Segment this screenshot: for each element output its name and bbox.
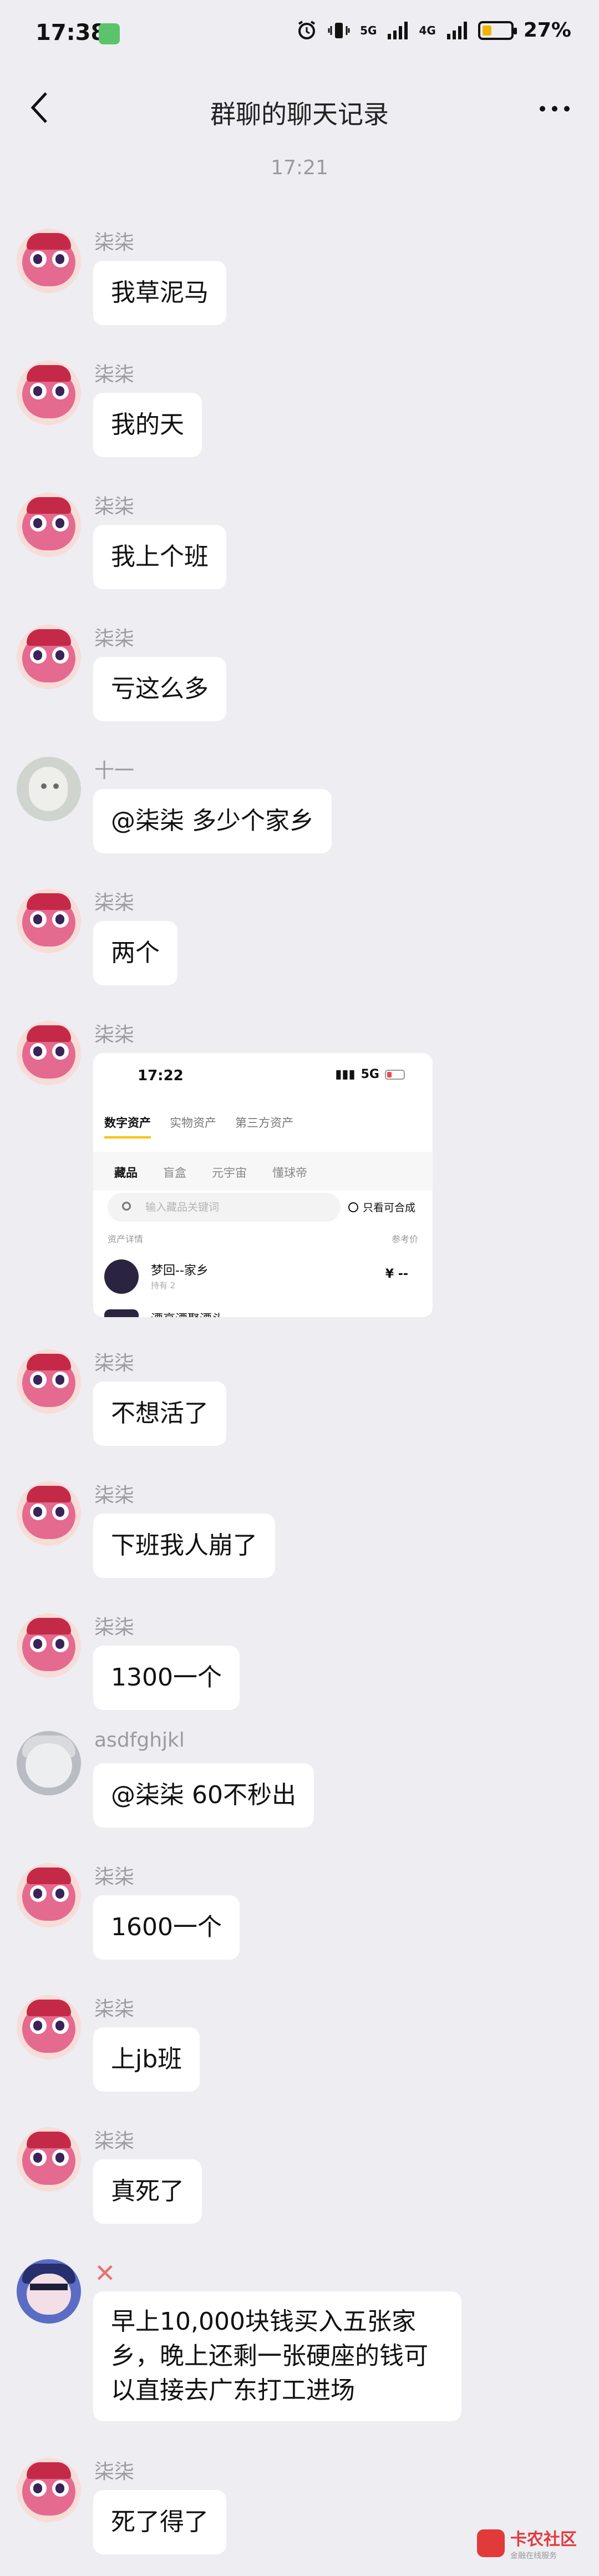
sender-name: 柒柒	[94, 1866, 135, 1889]
sender-name: 柒柒	[94, 1484, 135, 1507]
avatar[interactable]	[17, 757, 81, 821]
image-search-placeholder: 输入藏品关键词	[145, 1201, 220, 1213]
message-bubble[interactable]: @柒柒 多少个家乡	[93, 789, 332, 853]
network-5g-label: 5G	[360, 23, 377, 37]
image-item-thumbnail	[104, 1259, 139, 1294]
avatar[interactable]	[17, 625, 81, 689]
image-search-field: 输入藏品关键词	[108, 1193, 341, 1222]
avatar[interactable]	[17, 1481, 81, 1546]
message-bubble[interactable]: 亏这么多	[93, 657, 226, 721]
watermark-title: 卡农社区	[510, 2530, 577, 2549]
sender-name: 柒柒	[94, 1352, 135, 1375]
sender-name: 十一	[94, 760, 135, 782]
avatar[interactable]	[17, 361, 81, 425]
signal-icon-2	[446, 21, 467, 39]
status-bar: 17:38 5G 4G 27%	[0, 0, 599, 70]
sender-name: 柒柒	[94, 892, 135, 914]
image-subtabs: 藏品 盲盒 元宇宙 懂球帝	[93, 1152, 433, 1191]
image-tabs: 数字资产 实物资产 第三方资产	[104, 1114, 293, 1138]
status-icons: 5G 4G 27%	[296, 19, 571, 42]
message-bubble[interactable]: 真死了	[93, 2159, 202, 2224]
avatar[interactable]	[17, 2259, 81, 2324]
sender-name: 柒柒	[94, 2461, 135, 2483]
message-bubble[interactable]: 早上10,000块钱买入五张家乡，晚上还剩一张硬座的钱可以直接去广东打工进场	[93, 2291, 461, 2421]
more-button[interactable]	[532, 87, 577, 131]
message-bubble[interactable]: 1600一个	[93, 1895, 240, 1960]
message-bubble[interactable]: @柒柒 60不秒出	[93, 1763, 314, 1828]
sender-name: 柒柒	[94, 231, 135, 254]
image-message[interactable]: 17:22 ▮▮▮ 5G 数字资产 实物资产 第三方资产 藏品 盲盒 元宇宙 懂…	[93, 1053, 433, 1317]
sender-name: 柒柒	[94, 1024, 135, 1046]
image-tab: 第三方资产	[235, 1116, 293, 1130]
message-bubble[interactable]: 我草泥马	[93, 261, 226, 325]
image-network-label: 5G	[361, 1067, 379, 1081]
avatar[interactable]	[17, 2458, 81, 2522]
message-bubble[interactable]: 1300一个	[93, 1646, 240, 1710]
battery-icon	[478, 21, 517, 40]
watermark-sub: 金融在线服务	[510, 2552, 557, 2560]
sender-name: 柒柒	[94, 1998, 135, 2021]
image-tab: 实物资产	[170, 1116, 216, 1130]
avatar[interactable]	[17, 889, 81, 953]
avatar[interactable]	[17, 1613, 81, 1678]
avatar[interactable]	[17, 2127, 81, 2192]
sender-name-icon: ✕	[94, 2258, 116, 2288]
message-bubble[interactable]: 两个	[93, 921, 177, 985]
avatar[interactable]	[17, 1863, 81, 1927]
avatar[interactable]	[17, 1021, 81, 1085]
watermark: 卡农社区 金融在线服务	[477, 2526, 577, 2561]
message-bubble[interactable]: 我的天	[93, 393, 202, 457]
avatar[interactable]	[17, 493, 81, 557]
battery-percent: 27%	[523, 19, 571, 42]
status-time: 17:38	[35, 20, 106, 45]
avatar[interactable]	[17, 229, 81, 293]
image-filter: 只看可合成	[348, 1200, 415, 1214]
watermark-logo-icon	[477, 2529, 505, 2557]
image-subtab: 懂球帝	[272, 1166, 307, 1180]
image-battery-icon	[385, 1069, 405, 1080]
page-title: 群聊的聊天记录	[210, 99, 389, 129]
vibrate-icon	[328, 22, 350, 38]
message-bubble[interactable]: 不想活了	[93, 1381, 226, 1446]
message-bubble[interactable]: 我上个班	[93, 525, 226, 589]
image-status-time: 17:22	[138, 1067, 184, 1084]
time-divider: 17:21	[271, 156, 328, 179]
sender-name: 柒柒	[94, 1616, 135, 1639]
sender-name: 柒柒	[94, 495, 135, 518]
image-filter-label: 只看可合成	[363, 1202, 416, 1214]
signal-icon	[388, 21, 408, 39]
image-item2-name: 漂亮漂聚漂头	[151, 1309, 224, 1317]
sender-name: 柒柒	[94, 627, 135, 650]
image-list-header-left: 资产详情	[108, 1234, 144, 1244]
sender-name: 柒柒	[94, 363, 135, 386]
image-list-header: 资产详情 参考价	[108, 1232, 418, 1245]
image-item2-thumbnail	[104, 1309, 139, 1317]
avatar[interactable]	[17, 1349, 81, 1414]
wechat-notification-icon	[99, 23, 120, 44]
radio-icon	[348, 1202, 358, 1212]
image-signal-icon: ▮▮▮	[335, 1067, 356, 1081]
search-icon	[122, 1202, 131, 1211]
network-4g-label: 4G	[419, 23, 436, 37]
image-list-item: 梦回--家乡 持有 2 ¥ --	[104, 1255, 422, 1299]
message-bubble[interactable]: 上jb班	[93, 2027, 200, 2092]
image-subtab: 元宇宙	[212, 1166, 247, 1180]
image-item-meta: 持有 2	[151, 1281, 176, 1290]
nav-bar: 群聊的聊天记录	[0, 70, 599, 144]
sender-name: asdfghjkl	[94, 1729, 185, 1752]
message-bubble[interactable]: 下班我人崩了	[93, 1514, 275, 1578]
image-subtab: 藏品	[114, 1166, 138, 1180]
avatar[interactable]	[17, 1995, 81, 2059]
avatar[interactable]	[17, 1731, 81, 1795]
image-subtab: 盲盒	[163, 1166, 186, 1180]
alarm-icon	[298, 20, 316, 39]
message-bubble[interactable]: 死了得了	[93, 2490, 226, 2554]
image-status-icons: ▮▮▮ 5G	[335, 1067, 405, 1081]
image-list-header-right: 参考价	[391, 1234, 418, 1244]
image-item-price: ¥ --	[385, 1267, 408, 1281]
more-dots-icon	[540, 106, 570, 112]
image-item-name: 梦回--家乡	[151, 1264, 209, 1278]
image-tab: 数字资产	[104, 1114, 151, 1138]
sender-name: 柒柒	[94, 2130, 135, 2153]
